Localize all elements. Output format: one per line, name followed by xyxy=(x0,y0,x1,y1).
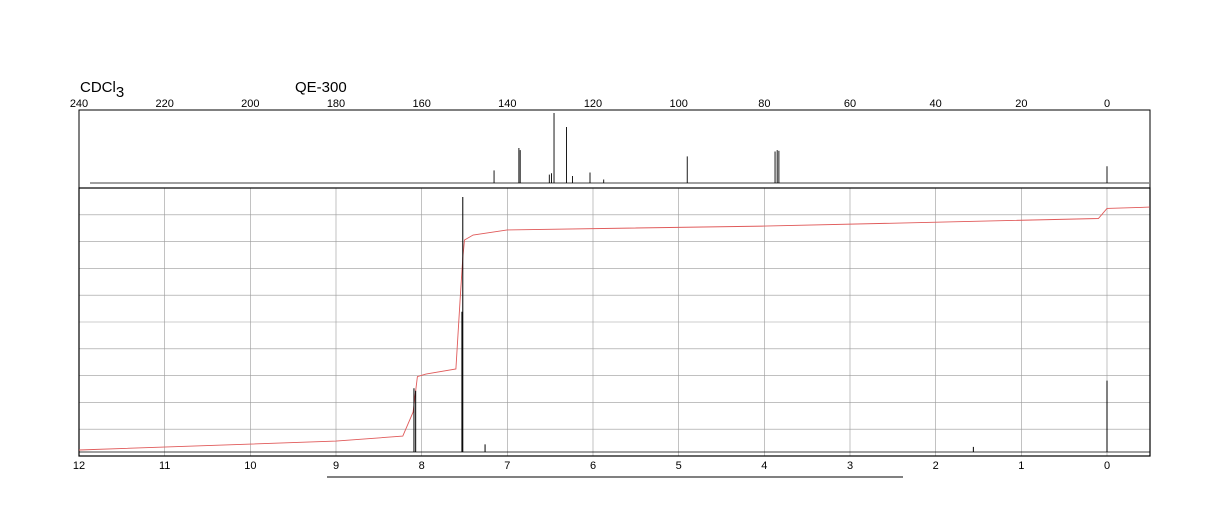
carbon-tick-label: 220 xyxy=(155,98,173,110)
proton-tick-label: 1 xyxy=(1018,460,1024,472)
carbon-tick-label: 140 xyxy=(498,98,516,110)
proton-tick-label: 6 xyxy=(590,460,596,472)
proton-tick-label: 9 xyxy=(333,460,339,472)
carbon-tick-label: 120 xyxy=(584,98,602,110)
integral-curve xyxy=(78,206,1150,451)
proton-tick-label: 0 xyxy=(1104,460,1110,472)
carbon-tick-label: 0 xyxy=(1104,98,1110,110)
carbon-tick-label: 200 xyxy=(241,98,259,110)
solvent-subscript: 3 xyxy=(116,84,124,101)
carbon-axis-ticks: 240 220 200 180 160 140 120 100 80 60 40 20 0 xyxy=(70,98,1110,110)
proton-tick-label: 10 xyxy=(244,460,256,472)
proton-tick-label: 12 xyxy=(73,460,85,472)
proton-tick-label: 5 xyxy=(676,460,682,472)
proton-axis-ticks: 12 11 10 9 8 7 6 5 4 3 2 1 0 xyxy=(73,460,1110,472)
carbon-tick-label: 40 xyxy=(930,98,942,110)
carbon-tick-label: 180 xyxy=(327,98,345,110)
carbon-tick-label: 20 xyxy=(1015,98,1027,110)
proton-tick-label: 11 xyxy=(159,460,170,472)
proton-spectrum-panel xyxy=(78,187,1151,457)
carbon-tick-label: 160 xyxy=(412,98,430,110)
nmr-figure: CDCl3 QE-300 240 220 200 180 160 140 120 100 80 6… xyxy=(70,79,1151,478)
instrument-label: QE-300 xyxy=(295,79,347,96)
carbon-tick-label: 80 xyxy=(758,98,770,110)
carbon-tick-label: 100 xyxy=(669,98,687,110)
carbon-tick-label: 240 xyxy=(70,98,88,110)
carbon-frame xyxy=(78,109,1151,189)
proton-tick-label: 8 xyxy=(419,460,425,472)
proton-tick-label: 2 xyxy=(933,460,939,472)
proton-tick-label: 3 xyxy=(847,460,853,472)
carbon-tick-label: 60 xyxy=(844,98,856,110)
proton-tick-label: 7 xyxy=(504,460,510,472)
carbon-peaks xyxy=(90,113,1149,184)
carbon-spectrum-panel xyxy=(78,109,1151,189)
proton-tick-label: 4 xyxy=(761,460,767,472)
proton-peaks xyxy=(79,197,1150,453)
